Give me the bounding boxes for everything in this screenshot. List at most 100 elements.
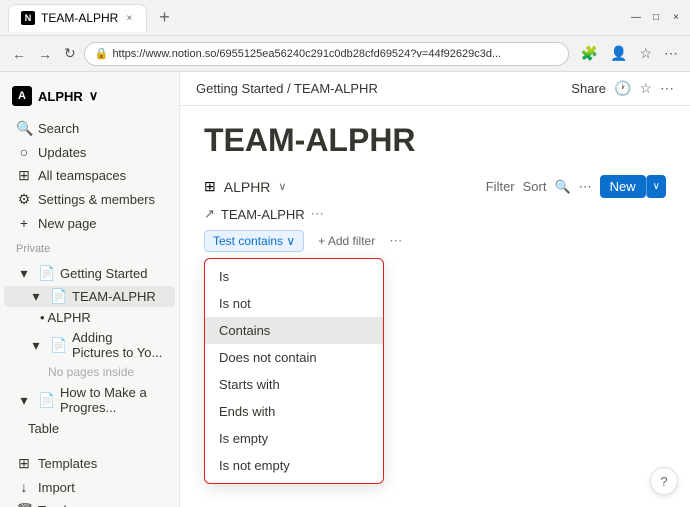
topbar-star-icon[interactable]: ☆ [639, 80, 652, 97]
getting-started-icon: ▾ [16, 265, 32, 282]
forward-button[interactable]: → [34, 42, 56, 66]
updates-icon: ○ [16, 144, 32, 160]
clock-icon[interactable]: 🕐 [614, 80, 631, 97]
browser-navbar: ← → ↻ 🔒 https://www.notion.so/6955125ea5… [0, 36, 690, 72]
minimize-button[interactable]: — [630, 12, 642, 24]
sidebar-search-label: Search [38, 121, 79, 136]
alphr-label: • ALPHR [40, 310, 91, 325]
back-button[interactable]: ← [8, 42, 30, 66]
view-header: ↗ TEAM-ALPHR ⋯ [204, 206, 666, 222]
doc-icon: 📄 [38, 265, 54, 282]
main-content: Getting Started / TEAM-ALPHR Share 🕐 ☆ ⋯… [180, 72, 690, 507]
page-title: TEAM-ALPHR [204, 122, 666, 159]
maximize-button[interactable]: □ [650, 12, 662, 24]
star-icon[interactable]: ☆ [635, 43, 656, 64]
dropdown-item-does-not-contain[interactable]: Does not contain [205, 344, 383, 371]
tab-favicon: N [21, 11, 35, 25]
notion-topbar: Getting Started / TEAM-ALPHR Share 🕐 ☆ ⋯ [180, 72, 690, 106]
sidebar-bottom: ⊞ Templates ↓ Import 🗑 Trash [0, 443, 179, 507]
sidebar-item-getting-started[interactable]: ▾ 📄 Getting Started [4, 262, 175, 285]
trash-icon: 🗑 [16, 502, 32, 507]
sidebar: A ALPHR ∨ 🔍 Search ○ Updates ⊞ All teams… [0, 72, 180, 507]
sidebar-item-alphr[interactable]: • ALPHR [4, 308, 175, 327]
sidebar-item-team-alphr[interactable]: ▾ 📄 TEAM-ALPHR [4, 286, 175, 307]
dropdown-item-contains[interactable]: Contains [205, 317, 383, 344]
getting-started-label: Getting Started [60, 266, 147, 281]
import-label: Import [38, 480, 75, 495]
new-button-group: New ∨ [600, 175, 666, 198]
sidebar-item-search[interactable]: 🔍 Search [4, 117, 175, 140]
filter-more-icon[interactable]: ⋯ [389, 233, 402, 249]
dropdown-item-is-not-empty[interactable]: Is not empty [205, 452, 383, 479]
import-icon: ↓ [16, 479, 32, 495]
templates-label: Templates [38, 456, 97, 471]
no-pages-label: No pages inside [0, 363, 179, 381]
sidebar-item-table[interactable]: Table [4, 419, 175, 438]
address-bar[interactable]: 🔒 https://www.notion.so/6955125ea56240c2… [84, 42, 569, 66]
profile-icon[interactable]: 👤 [606, 43, 631, 64]
address-text: https://www.notion.so/6955125ea56240c291… [112, 48, 557, 60]
extensions-icon[interactable]: 🧩 [577, 43, 602, 64]
db-more-icon[interactable]: ⋯ [579, 179, 592, 195]
view-name[interactable]: TEAM-ALPHR [221, 207, 305, 222]
workspace-header[interactable]: A ALPHR ∨ [0, 80, 179, 112]
close-button[interactable]: × [670, 12, 682, 24]
db-chevron[interactable]: ∨ [278, 180, 286, 193]
app-layout: A ALPHR ∨ 🔍 Search ○ Updates ⊞ All teams… [0, 72, 690, 507]
dropdown-item-is-not[interactable]: Is not [205, 290, 383, 317]
browser-tab[interactable]: N TEAM-ALPHR × [8, 4, 147, 32]
window-controls: — □ × [630, 12, 682, 24]
how-to-doc-icon: 📄 [38, 392, 54, 409]
adding-pics-doc-icon: 📄 [50, 337, 66, 354]
dropdown-item-ends-with[interactable]: Ends with [205, 398, 383, 425]
sort-button[interactable]: Sort [523, 179, 547, 194]
new-dropdown-button[interactable]: ∨ [646, 175, 666, 198]
sidebar-item-teamspaces[interactable]: ⊞ All teamspaces [4, 164, 175, 187]
sidebar-item-updates[interactable]: ○ Updates [4, 141, 175, 163]
filter-bar: Test contains ∨ + Add filter ⋯ Is Is not… [204, 230, 666, 252]
breadcrumb: Getting Started / TEAM-ALPHR [196, 81, 563, 96]
sidebar-item-templates[interactable]: ⊞ Templates [4, 452, 175, 475]
settings-icon: ⚙ [16, 191, 32, 208]
team-alphr-doc-icon: 📄 [50, 288, 66, 305]
adding-pics-expand-icon: ▾ [28, 337, 44, 354]
dropdown-item-is[interactable]: Is [205, 263, 383, 290]
dropdown-item-starts-with[interactable]: Starts with [205, 371, 383, 398]
sidebar-item-settings[interactable]: ⚙ Settings & members [4, 188, 175, 211]
teamspaces-icon: ⊞ [16, 167, 32, 184]
new-button[interactable]: New [600, 175, 646, 198]
sidebar-item-adding-pictures[interactable]: ▾ 📄 Adding Pictures to Yo... [4, 328, 175, 362]
refresh-button[interactable]: ↻ [60, 41, 80, 66]
search-icon: 🔍 [16, 120, 32, 137]
sidebar-item-trash[interactable]: 🗑 Trash [4, 499, 175, 507]
add-filter-button[interactable]: + Add filter [310, 231, 383, 251]
more-menu-icon[interactable]: ⋯ [660, 43, 682, 64]
share-button[interactable]: Share [571, 81, 606, 96]
page-content: TEAM-ALPHR ⊞ ALPHR ∨ Filter Sort 🔍 ⋯ New [180, 106, 690, 507]
database-header: ⊞ ALPHR ∨ Filter Sort 🔍 ⋯ New ∨ [204, 175, 666, 198]
topbar-actions: Share 🕐 ☆ ⋯ [571, 80, 674, 97]
how-to-label: How to Make a Progres... [60, 385, 163, 415]
view-arrow-icon: ↗ [204, 206, 215, 222]
trash-label: Trash [38, 503, 71, 507]
table-label: Table [28, 421, 59, 436]
sidebar-item-how-to[interactable]: ▾ 📄 How to Make a Progres... [4, 382, 175, 418]
tab-close-button[interactable]: × [124, 11, 134, 26]
sidebar-item-import[interactable]: ↓ Import [4, 476, 175, 498]
sidebar-item-new-page[interactable]: + New page [4, 212, 175, 234]
topbar-more-icon[interactable]: ⋯ [660, 80, 674, 97]
filter-button[interactable]: Filter [486, 179, 515, 194]
search-db-icon[interactable]: 🔍 [554, 179, 570, 195]
filter-chip[interactable]: Test contains ∨ [204, 230, 304, 252]
view-more-icon[interactable]: ⋯ [311, 206, 324, 222]
new-dropdown-icon: ∨ [653, 181, 660, 192]
help-button[interactable]: ? [650, 467, 678, 495]
dropdown-item-is-empty[interactable]: Is empty [205, 425, 383, 452]
sidebar-updates-label: Updates [38, 145, 86, 160]
new-tab-button[interactable]: + [153, 7, 176, 28]
private-section-label: Private [0, 239, 179, 257]
breadcrumb-current: TEAM-ALPHR [294, 81, 378, 96]
filter-chip-label: Test contains ∨ [213, 234, 295, 248]
sidebar-teamspaces-label: All teamspaces [38, 168, 126, 183]
breadcrumb-start: Getting Started / [196, 81, 294, 96]
